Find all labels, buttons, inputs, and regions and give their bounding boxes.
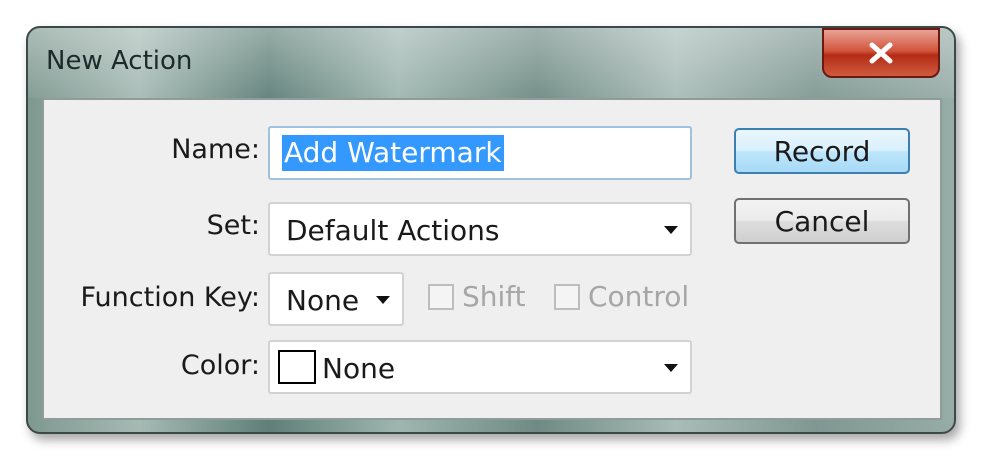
checkbox-box: [428, 283, 454, 310]
name-input[interactable]: Add Watermark: [268, 126, 692, 180]
color-dropdown[interactable]: None: [268, 340, 692, 394]
name-input-value: Add Watermark: [282, 135, 504, 171]
shift-checkbox[interactable]: Shift: [428, 280, 526, 313]
close-icon: [869, 42, 893, 64]
set-label: Set:: [206, 210, 260, 241]
set-dropdown-value: Default Actions: [286, 214, 500, 247]
chevron-down-icon: [664, 226, 678, 234]
shift-checkbox-label: Shift: [462, 280, 526, 313]
color-label: Color:: [180, 350, 260, 381]
cancel-button[interactable]: Cancel: [734, 198, 910, 244]
new-action-dialog: New Action Name: Add Watermark Set: Defa…: [26, 26, 956, 434]
window-title: New Action: [46, 46, 193, 76]
chevron-down-icon: [664, 364, 678, 372]
checkbox-box: [554, 283, 580, 310]
function-key-value: None: [286, 284, 360, 317]
record-button[interactable]: Record: [734, 128, 910, 174]
function-key-label: Function Key:: [80, 282, 260, 313]
chevron-down-icon: [376, 296, 390, 304]
control-checkbox[interactable]: Control: [554, 280, 689, 313]
name-label: Name:: [171, 134, 260, 165]
color-swatch: [278, 350, 316, 384]
close-button[interactable]: [822, 28, 940, 78]
dialog-body: Name: Add Watermark Set: Default Actions…: [42, 98, 942, 420]
set-dropdown[interactable]: Default Actions: [268, 202, 692, 256]
control-checkbox-label: Control: [588, 280, 690, 313]
function-key-dropdown[interactable]: None: [268, 272, 404, 326]
color-dropdown-value: None: [322, 352, 396, 385]
